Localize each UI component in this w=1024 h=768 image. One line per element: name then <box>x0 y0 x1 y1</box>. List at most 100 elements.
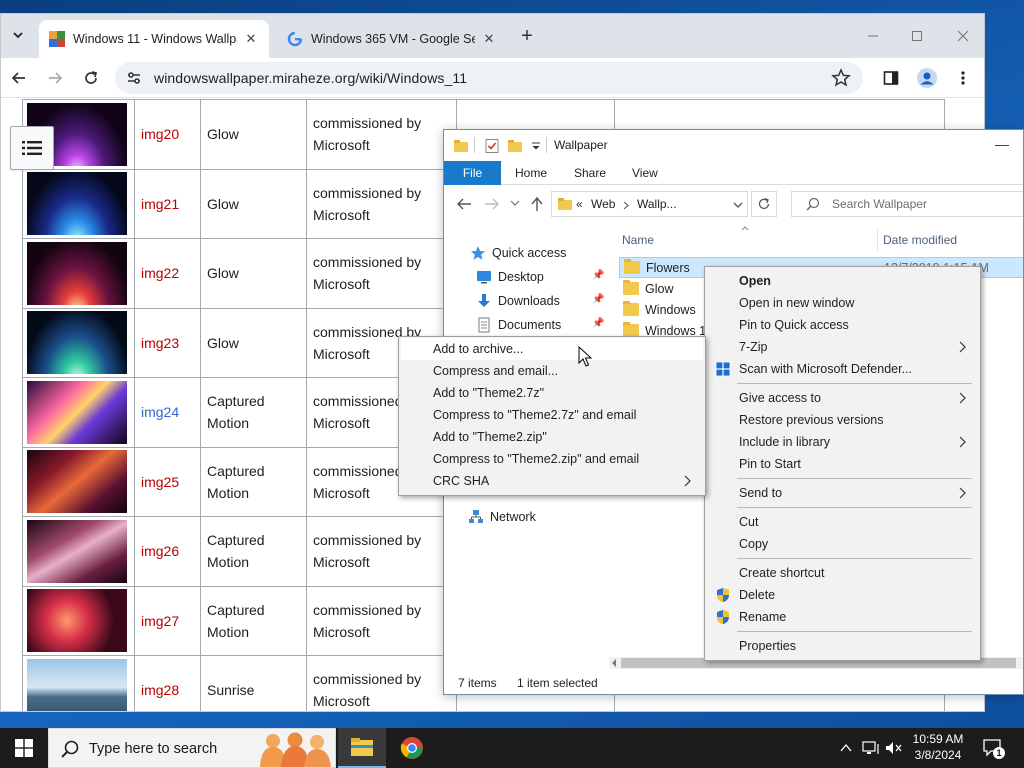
menu-item-add-zip[interactable]: Add to "Theme2.zip" <box>401 426 703 448</box>
menu-item-restore-versions[interactable]: Restore previous versions <box>707 409 978 431</box>
wallpaper-name-link[interactable]: img24 <box>134 377 201 448</box>
bookmark-star-icon[interactable] <box>831 68 851 88</box>
ribbon-tab-file[interactable]: File <box>444 161 501 185</box>
chevron-down-icon[interactable] <box>733 202 743 209</box>
taskbar-file-explorer[interactable] <box>338 728 386 768</box>
system-clock[interactable]: 10:59 AM 3/8/2024 <box>904 731 972 763</box>
explorer-search-box[interactable]: Search Wallpaper <box>791 191 1023 217</box>
menu-item-delete[interactable]: Delete <box>707 584 978 606</box>
wallpaper-thumbnail[interactable] <box>27 380 127 444</box>
explorer-refresh-button[interactable] <box>751 191 777 217</box>
wallpaper-thumbnail[interactable] <box>27 311 127 375</box>
ribbon-tab-home[interactable]: Home <box>503 161 559 185</box>
wallpaper-style: Glow <box>200 168 307 239</box>
wallpaper-thumbnail[interactable] <box>27 241 127 305</box>
wallpaper-thumbnail[interactable] <box>27 658 127 711</box>
wallpaper-name-link[interactable]: img26 <box>134 516 201 587</box>
wallpaper-thumbnail[interactable] <box>27 589 127 653</box>
menu-item-compress-zip-email[interactable]: Compress to "Theme2.zip" and email <box>401 448 703 470</box>
ribbon-tab-view[interactable]: View <box>620 161 670 185</box>
menu-item-give-access[interactable]: Give access to <box>707 387 978 409</box>
taskbar-chrome[interactable] <box>388 728 436 768</box>
menu-item-properties[interactable]: Properties <box>707 635 978 657</box>
side-panel-button[interactable] <box>879 66 903 90</box>
thumbnail-cell <box>22 655 135 711</box>
menu-item-compress-email[interactable]: Compress and email... <box>401 360 703 382</box>
menu-item-create-shortcut[interactable]: Create shortcut <box>707 562 978 584</box>
recent-locations-icon[interactable] <box>510 199 520 207</box>
menu-item-cut[interactable]: Cut <box>707 511 978 533</box>
menu-item-scan-defender[interactable]: Scan with Microsoft Defender... <box>707 358 978 380</box>
wallpaper-name-link[interactable]: img21 <box>134 168 201 239</box>
menu-item-pin-start[interactable]: Pin to Start <box>707 453 978 475</box>
menu-item-rename[interactable]: Rename <box>707 606 978 628</box>
defender-shield-icon <box>715 361 731 377</box>
reload-button[interactable] <box>79 66 103 90</box>
nav-quick-access[interactable]: Quick access <box>470 243 566 263</box>
scroll-left-icon[interactable] <box>611 659 617 667</box>
forward-button[interactable] <box>43 66 67 90</box>
side-panel-icon <box>883 71 899 85</box>
menu-item-pin-quick-access[interactable]: Pin to Quick access <box>707 314 978 336</box>
explorer-minimize-button[interactable]: — <box>995 136 1009 152</box>
menu-item-send-to[interactable]: Send to <box>707 482 978 504</box>
start-button[interactable] <box>0 728 48 768</box>
tab-windows-11[interactable]: Windows 11 - Windows Wallpa ✕ <box>39 20 269 58</box>
back-arrow-icon[interactable] <box>456 197 472 211</box>
profile-button[interactable] <box>915 66 939 90</box>
chevron-up-icon[interactable] <box>839 741 853 755</box>
menu-item-7zip[interactable]: 7-Zip <box>707 336 978 358</box>
menu-item-open[interactable]: Open <box>707 270 978 292</box>
tab-search-button[interactable] <box>7 24 29 46</box>
wallpaper-thumbnail[interactable] <box>27 519 127 583</box>
menu-item-include-library[interactable]: Include in library <box>707 431 978 453</box>
address-bar[interactable]: windowswallpaper.miraheze.org/wiki/Windo… <box>115 62 863 94</box>
network-status-icon[interactable] <box>862 740 880 756</box>
nav-desktop[interactable]: Desktop <box>476 267 544 287</box>
back-button[interactable] <box>7 66 31 90</box>
new-tab-button[interactable]: + <box>516 26 538 48</box>
explorer-address-bar[interactable]: « Web Wallp... <box>551 191 748 217</box>
nav-downloads[interactable]: Downloads <box>476 291 560 311</box>
wallpaper-thumbnail[interactable] <box>27 450 127 514</box>
wallpaper-name-link[interactable]: img20 <box>134 99 201 170</box>
close-tab-icon[interactable]: ✕ <box>243 31 259 47</box>
table-of-contents-button[interactable] <box>10 126 54 170</box>
column-divider[interactable] <box>877 229 878 251</box>
notification-center-button[interactable]: 1 <box>982 737 1005 759</box>
wallpaper-name-link[interactable]: img23 <box>134 307 201 378</box>
wallpaper-name-link[interactable]: img28 <box>134 655 201 711</box>
menu-item-open-new-window[interactable]: Open in new window <box>707 292 978 314</box>
wallpaper-name-link[interactable]: img22 <box>134 238 201 309</box>
new-folder-icon[interactable] <box>507 138 523 154</box>
nav-network[interactable]: Network <box>468 507 536 527</box>
up-arrow-icon[interactable] <box>530 196 544 212</box>
minimize-button[interactable] <box>861 24 885 48</box>
site-info-icon[interactable] <box>125 69 143 87</box>
properties-check-icon[interactable] <box>484 138 500 154</box>
breadcrumb-web[interactable]: Web <box>591 197 615 211</box>
wallpaper-name-link[interactable]: img25 <box>134 446 201 517</box>
wallpaper-thumbnail[interactable] <box>27 172 127 236</box>
menu-item-add-archive[interactable]: Add to archive... <box>401 338 703 360</box>
close-window-button[interactable] <box>951 24 975 48</box>
menu-item-compress-7z-email[interactable]: Compress to "Theme2.7z" and email <box>401 404 703 426</box>
menu-item-add-7z[interactable]: Add to "Theme2.7z" <box>401 382 703 404</box>
breadcrumb-wallpaper[interactable]: Wallp... <box>637 197 677 211</box>
customize-qat-icon[interactable] <box>528 138 544 154</box>
menu-item-crc-sha[interactable]: CRC SHA <box>401 470 703 492</box>
menu-item-copy[interactable]: Copy <box>707 533 978 555</box>
wallpaper-name-link[interactable]: img27 <box>134 585 201 656</box>
tab-google-search[interactable]: Windows 365 VM - Google Sea ✕ <box>277 20 507 58</box>
breadcrumb-overflow[interactable]: « <box>576 197 583 211</box>
taskbar-search-box[interactable]: Type here to search <box>48 728 336 768</box>
nav-documents[interactable]: Documents <box>476 315 561 335</box>
maximize-button[interactable] <box>905 24 929 48</box>
chrome-menu-button[interactable] <box>951 66 975 90</box>
forward-arrow-icon[interactable] <box>484 197 500 211</box>
volume-muted-icon[interactable] <box>885 740 903 756</box>
column-header-name[interactable]: Name <box>622 233 654 247</box>
ribbon-tab-share[interactable]: Share <box>562 161 618 185</box>
close-tab-icon[interactable]: ✕ <box>481 31 497 47</box>
column-header-date[interactable]: Date modified <box>883 233 957 247</box>
